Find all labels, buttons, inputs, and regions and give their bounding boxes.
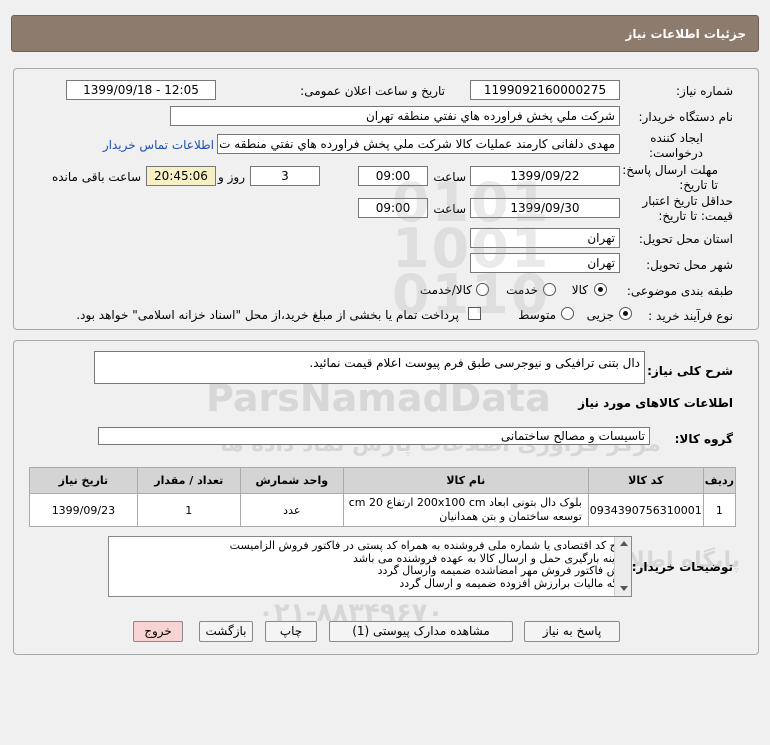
col-header-code: کد کالا <box>587 467 704 494</box>
goods-group-label: گروه کالا: <box>674 432 733 446</box>
cell-name: بلوک دال بتونی ابعاد 200x100 cm ارتفاع 2… <box>342 493 589 527</box>
table-header-row: ردیف کد کالا نام کالا واحد شمارش تعداد /… <box>29 467 737 494</box>
process-medium-label: متوسط <box>518 308 556 322</box>
col-header-name: نام کالا <box>342 467 589 494</box>
summary-label: شرح کلی نیاز: <box>647 364 733 378</box>
exit-button[interactable]: خروج <box>133 621 183 642</box>
cell-date: 1399/09/23 <box>29 493 138 527</box>
buyer-notes-box[interactable]: درج کد اقتصادی یا شماره ملی فروشنده به ه… <box>108 536 632 597</box>
cell-code: 0934390756310001 <box>587 493 704 527</box>
summary-field: دال بتنی ترافیکی و نیوجرسی طبق فرم پیوست… <box>94 351 645 384</box>
reply-time-label: ساعت <box>433 170 466 184</box>
goods-section-title: اطلاعات کالاهای مورد نیاز <box>578 396 733 410</box>
reply-deadline-label-2: تا تاریخ: <box>679 178 718 192</box>
process-minor-label: جزیی <box>586 308 614 322</box>
price-validity-label-2: قیمت: تا تاریخ: <box>658 209 733 223</box>
col-header-date: تاریخ نیاز <box>29 467 138 494</box>
buyer-org-field: شرکت ملي پخش فراورده هاي نفتي منطقه تهرا… <box>170 106 620 126</box>
category-goods-label: کالا <box>571 283 588 297</box>
category-goods-radio[interactable] <box>594 283 607 296</box>
city-label: شهر محل تحویل: <box>646 258 733 272</box>
attachments-button[interactable]: مشاهده مدارک پیوستی (1) <box>329 621 513 642</box>
scroll-down-arrow-icon[interactable] <box>620 586 628 591</box>
goods-group-field: تاسیسات و مصالح ساختمانی <box>98 427 650 445</box>
page-title-bar: جزئیات اطلاعات نیاز <box>11 15 759 52</box>
creator-field: مهدی دلفانی کارمند عملیات کالا شرکت ملي … <box>217 134 620 154</box>
process-minor-radio[interactable] <box>619 307 632 320</box>
buyer-org-label: نام دستگاه خریدار: <box>638 110 734 124</box>
col-header-row: ردیف <box>702 467 737 494</box>
summary-text: دال بتنی ترافیکی و نیوجرسی طبق فرم پیوست… <box>309 356 640 370</box>
reply-deadline-label-1: مهلت ارسال پاسخ: <box>622 163 718 177</box>
buyer-notes-line: درج کد اقتصادی یا شماره ملی فروشنده به ه… <box>229 539 627 552</box>
remaining-time-label: ساعت باقی مانده <box>51 170 141 184</box>
cell-qty: 1 <box>136 493 241 527</box>
items-table: ردیف کد کالا نام کالا واحد شمارش تعداد /… <box>29 467 737 527</box>
process-label: نوع فرآیند خرید : <box>648 309 733 323</box>
buyer-contact-link[interactable]: اطلاعات تماس خریدار <box>103 138 214 152</box>
print-button[interactable]: چاپ <box>265 621 317 642</box>
announce-field: 1399/09/18 - 12:05 <box>66 80 216 100</box>
category-service-label: خدمت <box>506 283 538 297</box>
days-label: روز و <box>218 170 245 184</box>
reply-date-field: 1399/09/22 <box>470 166 620 186</box>
category-both-radio[interactable] <box>476 283 489 296</box>
reply-button[interactable]: پاسخ به نیاز <box>524 621 620 642</box>
remaining-time-field: 20:45:06 <box>146 166 216 186</box>
creator-label-1: ایجاد کننده <box>650 131 703 145</box>
cell-unit: عدد <box>239 493 344 527</box>
table-row[interactable]: 1 0934390756310001 بلوک دال بتونی ابعاد … <box>29 493 737 527</box>
scroll-up-arrow-icon[interactable] <box>620 541 628 546</box>
validity-date-field: 1399/09/30 <box>470 198 620 218</box>
treasury-payment-checkbox[interactable] <box>468 307 481 320</box>
validity-time-label: ساعت <box>433 202 466 216</box>
back-button[interactable]: بازگشت <box>199 621 253 642</box>
col-header-unit: واحد شمارش <box>239 467 344 494</box>
buyer-notes-line: پیش فاکتور فروش مهر امضاشده ضمیمه وارسال… <box>377 564 627 577</box>
need-number-field: 1199092160000275 <box>470 80 620 100</box>
province-label: استان محل تحویل: <box>638 232 733 246</box>
buyer-notes-line: برگه مالیات برارزش افزوده ضمیمه و ارسال … <box>399 576 627 590</box>
process-medium-radio[interactable] <box>561 307 574 320</box>
validity-time-field: 09:00 <box>358 198 428 218</box>
category-service-radio[interactable] <box>543 283 556 296</box>
announce-label: تاریخ و ساعت اعلان عمومی: <box>300 84 445 98</box>
city-field: تهران <box>470 253 620 273</box>
days-field: 3 <box>250 166 320 186</box>
buyer-notes-label: توضیحات خریدار: <box>631 560 733 574</box>
creator-label-2: درخواست: <box>649 146 703 160</box>
treasury-payment-note: پرداخت تمام یا بخشی از مبلغ خرید،از محل … <box>76 308 459 322</box>
cell-row: 1 <box>702 493 737 527</box>
need-number-label: شماره نیاز: <box>676 84 733 98</box>
buyer-notes-scrollbar[interactable] <box>614 537 631 596</box>
reply-time-field: 09:00 <box>358 166 428 186</box>
price-validity-label-1: حداقل تاریخ اعتبار <box>642 194 733 208</box>
category-label: طبقه بندی موضوعی: <box>626 284 733 298</box>
page-title: جزئیات اطلاعات نیاز <box>625 27 746 41</box>
col-header-qty: تعداد / مقدار <box>136 467 241 494</box>
province-field: تهران <box>470 228 620 248</box>
category-both-label: کالا/خدمت <box>419 283 472 297</box>
